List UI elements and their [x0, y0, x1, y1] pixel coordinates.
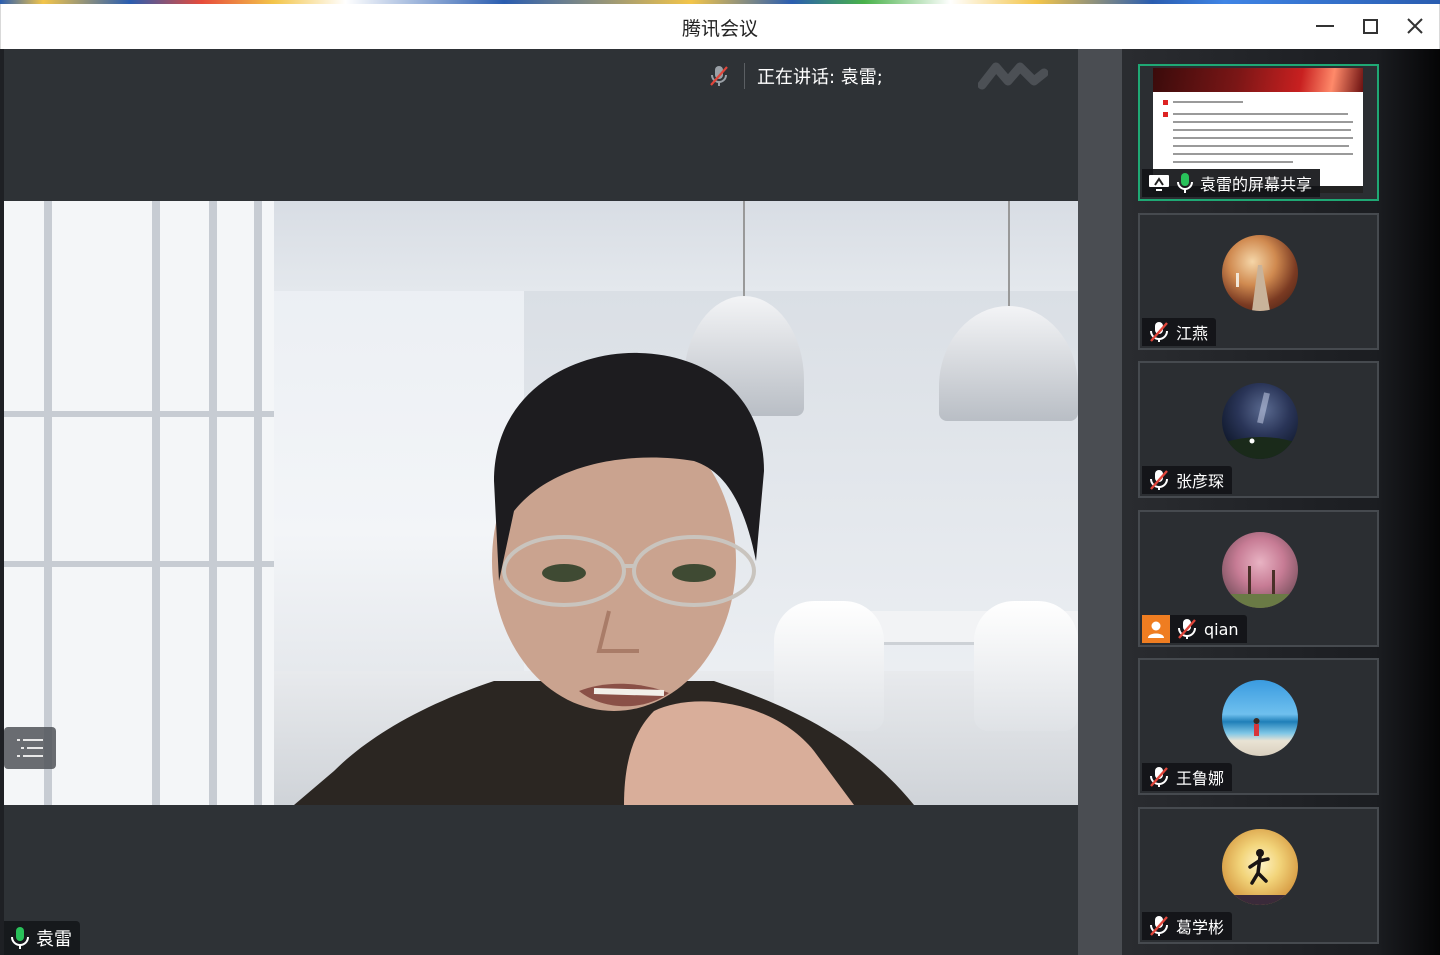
close-icon: [1407, 18, 1423, 34]
mic-muted-icon: [1146, 468, 1172, 492]
speaking-text: 正在讲话: 袁雷;: [757, 67, 883, 88]
blossom-tree-avatar: [1222, 532, 1298, 608]
beach-avatar: [1222, 680, 1298, 756]
participant-tile[interactable]: 江燕: [1138, 213, 1379, 350]
member-list-button[interactable]: [4, 727, 56, 769]
window-title: 腾讯会议: [681, 18, 758, 40]
background-window: [4, 201, 274, 805]
close-button[interactable]: [1403, 14, 1427, 38]
mic-muted-icon: [1146, 765, 1172, 789]
tencent-meeting-logo: [978, 62, 1048, 90]
participant-tile[interactable]: 葛学彬: [1138, 807, 1379, 944]
mic-muted-icon: [1174, 617, 1200, 641]
participant-label: 张彦琛: [1142, 466, 1233, 494]
participant-name: qian: [1204, 619, 1239, 639]
participant-name: 葛学彬: [1176, 918, 1225, 937]
screen-share-icon: [1146, 171, 1172, 195]
speaker-name: 袁雷: [36, 929, 72, 950]
participant-name: 王鲁娜: [1176, 769, 1225, 788]
participant-label: qian: [1142, 615, 1247, 643]
participant-label: 葛学彬: [1142, 912, 1233, 940]
road-avatar: [1222, 235, 1298, 311]
speaker-video: [4, 201, 1078, 805]
minimize-button[interactable]: [1313, 14, 1337, 38]
panel-divider[interactable]: [1078, 49, 1122, 955]
title-bar: 腾讯会议: [0, 4, 1440, 49]
mic-muted-icon: [704, 61, 734, 91]
mic-on-icon: [1174, 171, 1196, 195]
list-icon: [17, 739, 43, 757]
separator: [744, 63, 745, 89]
screen-share-tile[interactable]: 袁雷的屏幕共享: [1138, 64, 1379, 201]
screen-share-text: 袁雷的屏幕共享: [1200, 175, 1313, 194]
screen-share-label: 袁雷的屏幕共享: [1142, 169, 1321, 197]
speaking-indicator: 正在讲话: 袁雷;: [704, 61, 883, 91]
maximize-button[interactable]: [1358, 14, 1382, 38]
speaker-person: [294, 352, 914, 805]
pendant-lamp: [939, 201, 1078, 431]
speaker-name-tag: 袁雷: [4, 921, 80, 955]
mic-muted-icon: [1146, 320, 1172, 344]
maximize-icon: [1362, 18, 1378, 34]
runner-sunset-avatar: [1222, 829, 1298, 905]
mic-on-icon: [11, 927, 29, 949]
participant-tile[interactable]: 王鲁娜: [1138, 658, 1379, 795]
participant-name: 张彦琛: [1176, 472, 1225, 491]
participant-label: 江燕: [1142, 318, 1217, 346]
night-sky-avatar: [1222, 383, 1298, 459]
participant-tile[interactable]: qian: [1138, 510, 1379, 647]
participant-tile[interactable]: 张彦琛: [1138, 361, 1379, 498]
participant-name: 江燕: [1176, 324, 1209, 343]
minimize-icon: [1316, 25, 1334, 27]
participant-label: 王鲁娜: [1142, 763, 1233, 791]
user-icon: [1142, 615, 1170, 643]
main-video-area: 正在讲话: 袁雷; 袁雷: [4, 49, 1078, 955]
mic-muted-icon: [1146, 914, 1172, 938]
